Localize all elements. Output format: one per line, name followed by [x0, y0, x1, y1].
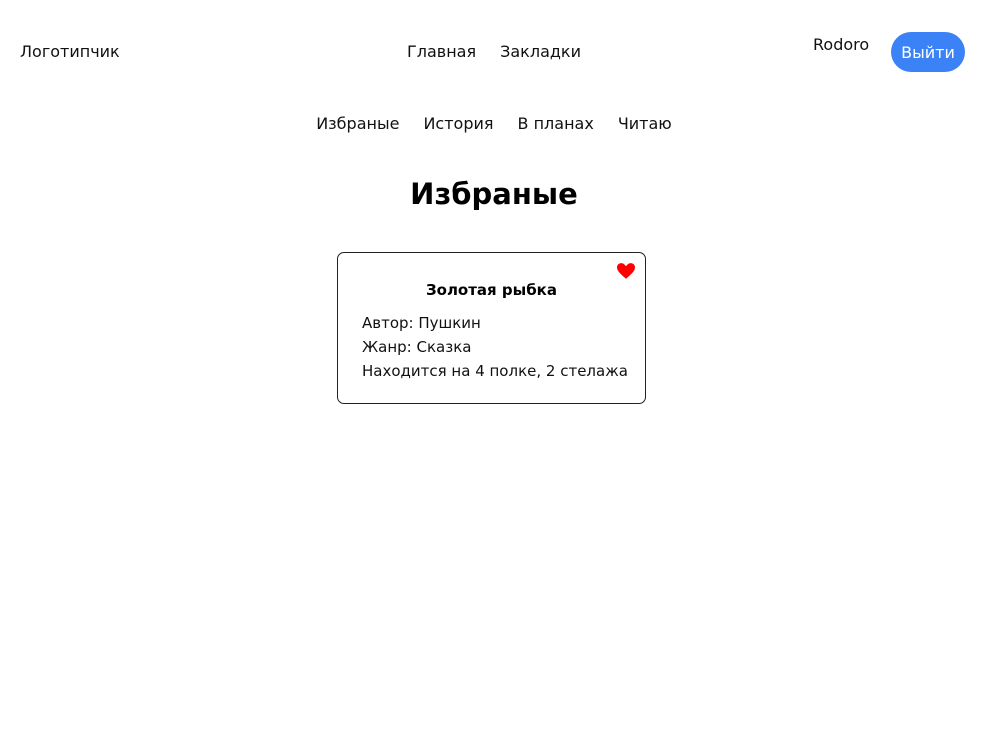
username: Rodoro: [813, 35, 870, 54]
tab-reading[interactable]: Читаю: [618, 114, 672, 134]
tab-planned[interactable]: В планах: [518, 114, 594, 134]
logout-button[interactable]: Выйти: [891, 32, 965, 72]
book-author: Автор: Пушкин: [362, 314, 481, 332]
page: Логотипчик Главная Закладки Rodoro Выйти…: [0, 0, 988, 733]
book-card[interactable]: Золотая рыбка Автор: Пушкин Жанр: Сказка…: [337, 252, 646, 404]
nav-link-bookmarks[interactable]: Закладки: [500, 42, 581, 62]
book-genre: Жанр: Сказка: [362, 338, 472, 356]
nav-link-home[interactable]: Главная: [407, 42, 476, 62]
heart-icon[interactable]: [617, 263, 635, 279]
book-details: Автор: Пушкин Жанр: Сказка Находится на …: [362, 311, 628, 383]
tab-favorites[interactable]: Избраные: [316, 114, 399, 134]
bookmarks-tabs: Избраные История В планах Читаю: [0, 114, 988, 134]
page-title: Избраные: [410, 177, 578, 211]
tab-history[interactable]: История: [423, 114, 493, 134]
book-title: Золотая рыбка: [425, 281, 557, 299]
book-location: Находится на 4 полке, 2 стелажа: [362, 362, 628, 380]
heart-shape: [617, 263, 635, 279]
